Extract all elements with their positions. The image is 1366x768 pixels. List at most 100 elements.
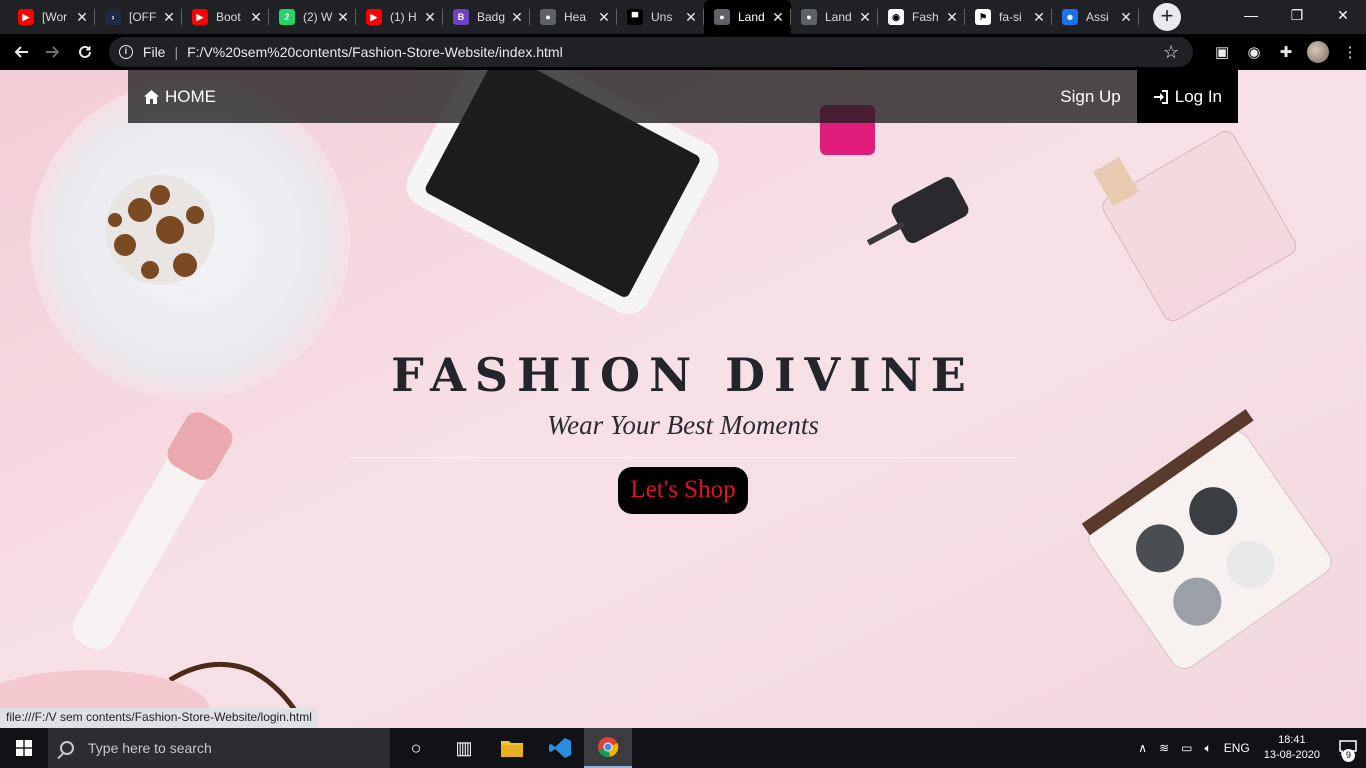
globe-icon: ● (540, 9, 556, 25)
browser-tab-strip: ▶ [Wor ✕ › [OFF ✕ ▶ Boot ✕ 2 (2) W ✕ ▶ (1) H ✕ B Badg ✕ ● H… (0, 0, 1366, 34)
browser-tab[interactable]: ☻ Assi ✕ (1052, 0, 1139, 34)
vscode-icon (549, 738, 571, 758)
nav-home-link[interactable]: HOME (144, 87, 216, 107)
browser-tab[interactable]: 2 (2) W ✕ (269, 0, 356, 34)
arrow-right-icon (45, 46, 60, 58)
nav-login-link[interactable]: Log In (1136, 70, 1238, 123)
hero-title: FASHION DIVINE (391, 348, 975, 402)
start-button[interactable] (0, 728, 48, 768)
reload-icon (78, 45, 91, 58)
tab-list: ▶ [Wor ✕ › [OFF ✕ ▶ Boot ✕ 2 (2) W ✕ ▶ (1) H ✕ B Badg ✕ ● H… (0, 0, 1139, 34)
task-view-button[interactable]: ▥ (440, 728, 488, 768)
notification-count-badge: 9 (1342, 749, 1355, 762)
hero-section: FASHION DIVINE Wear Your Best Moments Le… (0, 340, 1366, 514)
nav-signup-link[interactable]: Sign Up (1044, 87, 1136, 107)
browser-tab[interactable]: ◉ Fash ✕ (878, 0, 965, 34)
tab-title: (2) W (303, 10, 333, 24)
close-window-button[interactable]: ✕ (1320, 0, 1366, 30)
vscode-button[interactable] (536, 728, 584, 768)
search-icon (60, 741, 74, 755)
sign-in-icon (1153, 89, 1168, 104)
bootstrap-icon: B (453, 9, 469, 25)
close-tab-icon[interactable]: ✕ (858, 9, 872, 26)
close-tab-icon[interactable]: ✕ (597, 9, 611, 26)
profile-avatar[interactable] (1302, 36, 1334, 68)
globe-icon: ● (714, 9, 730, 25)
tab-title: Land (738, 10, 765, 24)
tab-title: [Wor (42, 10, 68, 24)
browser-toolbar: i File | F:/V%20sem%20contents/Fashion-S… (0, 34, 1366, 70)
arrow-left-icon (14, 46, 28, 58)
new-tab-button[interactable]: + (1153, 3, 1181, 31)
tab-title: (1) H (390, 10, 417, 24)
extension-camera-icon[interactable]: ◉ (1238, 36, 1270, 68)
tab-title: Boot (216, 10, 241, 24)
volume-icon[interactable]: 🔈︎ (1205, 741, 1212, 756)
browser-tab[interactable]: ● Land ✕ (791, 0, 878, 34)
tab-title: Assi (1086, 10, 1109, 24)
language-indicator[interactable]: ENG (1224, 741, 1250, 755)
browser-tab[interactable]: ● Hea ✕ (530, 0, 617, 34)
tab-title: [OFF (129, 10, 157, 24)
youtube-icon: ▶ (366, 9, 382, 25)
back-button[interactable] (5, 36, 37, 68)
cortana-button[interactable]: ○ (392, 728, 440, 768)
extensions-puzzle-icon[interactable]: ✚ (1270, 36, 1302, 68)
browser-tab[interactable]: B Badg ✕ (443, 0, 530, 34)
browser-tab[interactable]: ▶ [Wor ✕ (8, 0, 95, 34)
close-tab-icon[interactable]: ✕ (684, 9, 698, 26)
link-hover-status: file:///F:/V sem contents/Fashion-Store-… (0, 708, 318, 728)
nav-home-label: HOME (165, 86, 216, 106)
file-explorer-button[interactable] (488, 728, 536, 768)
extension-screenshot-icon[interactable]: ▣ (1206, 36, 1238, 68)
battery-icon[interactable]: ▭ (1181, 741, 1192, 755)
folder-icon (501, 741, 523, 757)
hero-subtitle: Wear Your Best Moments (547, 410, 819, 440)
wifi-icon[interactable]: ≋ (1159, 741, 1169, 755)
flag-icon: ⚑ (975, 9, 991, 25)
youtube-icon: ▶ (18, 9, 34, 25)
reload-button[interactable] (69, 36, 101, 68)
minimize-button[interactable]: — (1228, 0, 1274, 30)
browser-tab[interactable]: ▶ (1) H ✕ (356, 0, 443, 34)
url-text[interactable]: F:/V%20sem%20contents/Fashion-Store-Webs… (187, 44, 563, 60)
browser-tab[interactable]: ● Land ✕ (704, 0, 791, 34)
browser-tab[interactable]: ▀ Uns ✕ (617, 0, 704, 34)
close-tab-icon[interactable]: ✕ (336, 9, 350, 26)
browser-tab[interactable]: ⚑ fa-si ✕ (965, 0, 1052, 34)
home-icon (144, 89, 159, 104)
close-tab-icon[interactable]: ✕ (771, 9, 785, 26)
chevron-right-icon: › (105, 9, 121, 25)
close-tab-icon[interactable]: ✕ (249, 9, 263, 26)
unsplash-icon: ▀ (627, 9, 643, 25)
clock[interactable]: 18:41 13-08-2020 (1264, 733, 1320, 763)
close-tab-icon[interactable]: ✕ (1032, 9, 1046, 26)
forward-button[interactable] (37, 36, 69, 68)
close-tab-icon[interactable]: ✕ (75, 9, 89, 26)
lets-shop-button[interactable]: Let's Shop (618, 467, 748, 514)
browser-tab[interactable]: › [OFF ✕ (95, 0, 182, 34)
close-tab-icon[interactable]: ✕ (945, 9, 959, 26)
system-tray: ∧ ≋ ▭ 🔈︎ ENG 18:41 13-08-2020 9 (1132, 728, 1366, 768)
action-center-button[interactable]: 9 (1330, 728, 1366, 768)
chrome-icon (598, 737, 619, 757)
close-tab-icon[interactable]: ✕ (1119, 9, 1133, 26)
chrome-button[interactable] (584, 728, 632, 768)
close-tab-icon[interactable]: ✕ (423, 9, 437, 26)
taskbar-search-box[interactable]: Type here to search (48, 728, 390, 768)
nav-right-group: Sign Up Log In (1044, 70, 1238, 123)
address-bar[interactable]: i File | F:/V%20sem%20contents/Fashion-S… (108, 37, 1194, 67)
bookmark-star-icon[interactable]: ☆ (1163, 42, 1179, 63)
close-tab-icon[interactable]: ✕ (162, 9, 176, 26)
hero-divider (349, 457, 1017, 458)
site-info-icon[interactable]: i (118, 45, 133, 59)
show-hidden-icons-button[interactable]: ∧ (1138, 741, 1147, 755)
tab-title: Badg (477, 10, 506, 24)
window-controls: — ❐ ✕ (1228, 0, 1366, 30)
menu-kebab-icon[interactable]: ⋮ (1334, 36, 1366, 68)
tab-title: Fash (912, 10, 939, 24)
restore-button[interactable]: ❐ (1274, 0, 1320, 30)
close-tab-icon[interactable]: ✕ (510, 9, 524, 26)
browser-tab[interactable]: ▶ Boot ✕ (182, 0, 269, 34)
tab-title: Hea (564, 10, 587, 24)
